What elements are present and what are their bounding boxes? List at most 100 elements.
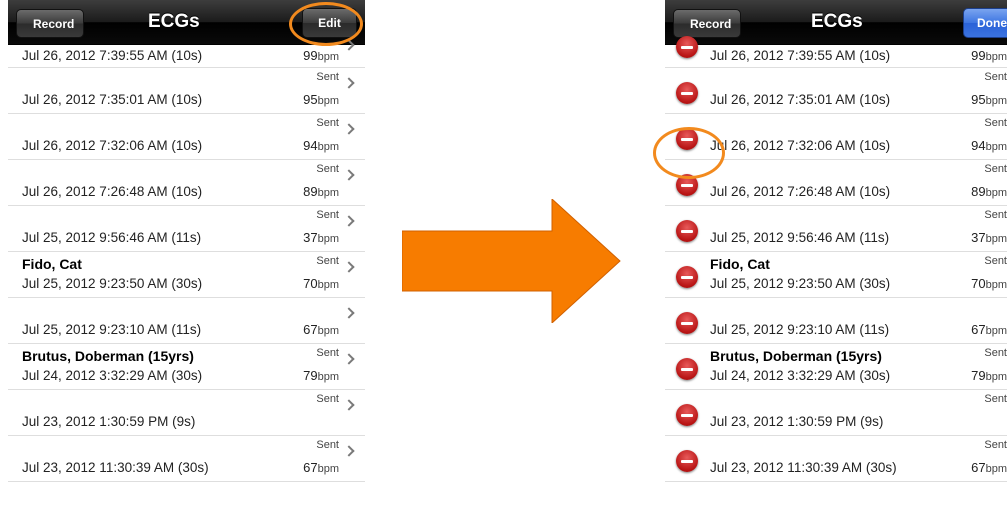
delete-minus-icon[interactable]: [676, 36, 698, 58]
bpm-unit: bpm: [985, 325, 1007, 337]
bpm-unit: bpm: [985, 95, 1007, 107]
bpm-number: 67: [303, 460, 318, 475]
delete-minus-icon[interactable]: [676, 404, 698, 426]
bpm-unit: bpm: [317, 51, 339, 63]
bpm-number: 67: [303, 322, 318, 337]
chevron-right-icon[interactable]: [343, 123, 355, 135]
sent-status: Sent: [316, 117, 339, 129]
bpm-number: 70: [971, 276, 986, 291]
recording-date: Jul 25, 2012 9:56:46 AM (11s): [710, 230, 890, 245]
ecg-recording-row[interactable]: Brutus, Doberman (15yrs) Jul 24, 2012 3:3…: [665, 344, 1007, 390]
heart-rate-value: 67bpm: [971, 322, 1007, 337]
chevron-right-icon[interactable]: [343, 169, 355, 181]
ecg-recording-row[interactable]: Jul 23, 2012 1:30:59 PM (9s) Sent: [8, 390, 365, 436]
ecg-recording-row[interactable]: Jul 23, 2012 11:30:39 AM (30s) Sent 67bpm: [665, 436, 1007, 482]
recording-date: Jul 26, 2012 7:32:06 AM (10s): [710, 138, 891, 153]
delete-minus-icon[interactable]: [676, 220, 698, 242]
ecg-recording-row[interactable]: Jul 26, 2012 7:26:48 AM (10s) Sent 89bpm: [665, 160, 1007, 206]
ecg-recording-row[interactable]: Jul 26, 2012 7:35:01 AM (10s) Sent 95bpm: [8, 68, 365, 114]
delete-minus-icon[interactable]: [676, 450, 698, 472]
ecg-recording-row[interactable]: Fido, Cat Jul 25, 2012 9:23:50 AM (30s) Se…: [665, 252, 1007, 298]
recording-date: Jul 24, 2012 3:32:29 AM (30s): [22, 368, 203, 383]
heart-rate-value: 94bpm: [971, 138, 1007, 153]
bpm-unit: bpm: [985, 279, 1007, 291]
bpm-unit: bpm: [317, 463, 339, 475]
heart-rate-value: 67bpm: [303, 460, 339, 475]
bpm-number: 99: [971, 48, 986, 63]
ecg-recording-row[interactable]: Brutus, Doberman (15yrs) Jul 24, 2012 3:3…: [8, 344, 365, 390]
sent-status: Sent: [316, 347, 339, 359]
heart-rate-value: 95bpm: [303, 92, 339, 107]
recording-date: Jul 26, 2012 7:26:48 AM (10s): [710, 184, 891, 199]
delete-minus-icon[interactable]: [676, 358, 698, 380]
ecg-recording-row[interactable]: Jul 26, 2012 7:39:55 AM (10s) 99bpm: [665, 36, 1007, 68]
page-title: ECGs: [811, 11, 863, 32]
recording-patient-name: Fido, Cat: [22, 256, 82, 272]
heart-rate-value: 67bpm: [971, 460, 1007, 475]
sent-status: Sent: [984, 209, 1007, 221]
sent-status: Sent: [984, 393, 1007, 405]
recording-date: Jul 23, 2012 1:30:59 PM (9s): [710, 414, 884, 429]
ecg-recording-row[interactable]: Jul 25, 2012 9:56:46 AM (11s) Sent 37bpm: [8, 206, 365, 252]
ecg-recording-row[interactable]: Jul 26, 2012 7:26:48 AM (10s) Sent 89bpm: [8, 160, 365, 206]
bpm-number: 79: [971, 368, 986, 383]
delete-minus-icon[interactable]: [676, 82, 698, 104]
bpm-unit: bpm: [985, 141, 1007, 153]
chevron-right-icon[interactable]: [343, 399, 355, 411]
bpm-number: 37: [971, 230, 986, 245]
heart-rate-value: 37bpm: [303, 230, 339, 245]
heart-rate-value: 79bpm: [303, 368, 339, 383]
recording-date: Jul 26, 2012 7:35:01 AM (10s): [710, 92, 891, 107]
ecg-recording-row[interactable]: Jul 26, 2012 7:35:01 AM (10s) Sent 95bpm: [665, 68, 1007, 114]
bpm-unit: bpm: [317, 141, 339, 153]
edit-button[interactable]: Edit: [302, 8, 357, 38]
back-record-button[interactable]: Record: [16, 9, 85, 38]
ecg-recording-row[interactable]: Jul 23, 2012 11:30:39 AM (30s) Sent 67bpm: [8, 436, 365, 482]
back-button-label: Record: [33, 16, 75, 31]
ecg-recording-row[interactable]: Jul 26, 2012 7:32:06 AM (10s) Sent 94bpm: [665, 114, 1007, 160]
recording-date: Jul 24, 2012 3:32:29 AM (30s): [710, 368, 891, 383]
sent-status: Sent: [316, 255, 339, 267]
bpm-number: 95: [303, 92, 318, 107]
recording-date: Jul 25, 2012 9:56:46 AM (11s): [22, 230, 202, 245]
delete-minus-icon[interactable]: [676, 174, 698, 196]
delete-minus-icon[interactable]: [676, 128, 698, 150]
delete-minus-icon[interactable]: [676, 312, 698, 334]
sent-status: Sent: [316, 163, 339, 175]
ecg-list-screen-normal: Record ECGs Edit Jul 26, 2012 7:39:55 AM…: [8, 0, 365, 510]
bpm-unit: bpm: [317, 371, 339, 383]
ecg-recording-row[interactable]: Jul 23, 2012 1:30:59 PM (9s) Sent: [665, 390, 1007, 436]
bpm-number: 94: [971, 138, 986, 153]
bpm-number: 70: [303, 276, 318, 291]
chevron-right-icon[interactable]: [343, 307, 355, 319]
chevron-right-icon[interactable]: [343, 77, 355, 89]
bpm-unit: bpm: [985, 51, 1007, 63]
delete-minus-icon[interactable]: [676, 266, 698, 288]
sent-status: Sent: [984, 71, 1007, 83]
heart-rate-value: 94bpm: [303, 138, 339, 153]
chevron-right-icon[interactable]: [343, 353, 355, 365]
sent-status: Sent: [984, 439, 1007, 451]
recording-patient-name: Brutus, Doberman (15yrs): [22, 348, 194, 364]
sent-status: Sent: [316, 393, 339, 405]
recording-date: Jul 26, 2012 7:35:01 AM (10s): [22, 92, 203, 107]
ecg-recording-row[interactable]: Jul 25, 2012 9:23:10 AM (11s) 67bpm: [665, 298, 1007, 344]
done-button[interactable]: Done: [963, 8, 1007, 38]
back-record-button[interactable]: Record: [673, 9, 742, 38]
ecg-recording-row[interactable]: Jul 26, 2012 7:39:55 AM (10s) 99bpm: [8, 39, 365, 68]
heart-rate-value: 70bpm: [303, 276, 339, 291]
navigation-bar: Record ECGs Done: [665, 0, 1007, 45]
bpm-number: 67: [971, 322, 986, 337]
chevron-right-icon[interactable]: [343, 445, 355, 457]
chevron-right-icon[interactable]: [343, 215, 355, 227]
recording-date: Jul 25, 2012 9:23:10 AM (11s): [22, 322, 202, 337]
ecg-recording-row[interactable]: Fido, Cat Jul 25, 2012 9:23:50 AM (30s) Se…: [8, 252, 365, 298]
sent-status: Sent: [984, 163, 1007, 175]
ecg-recording-row[interactable]: Jul 25, 2012 9:56:46 AM (11s) Sent 37bpm: [665, 206, 1007, 252]
chevron-right-icon[interactable]: [343, 261, 355, 273]
recording-date: Jul 26, 2012 7:39:55 AM (10s): [22, 48, 203, 63]
page-title: ECGs: [148, 11, 200, 32]
ecg-recording-row[interactable]: Jul 26, 2012 7:32:06 AM (10s) Sent 94bpm: [8, 114, 365, 160]
bpm-number: 67: [971, 460, 986, 475]
ecg-recording-row[interactable]: Jul 25, 2012 9:23:10 AM (11s) 67bpm: [8, 298, 365, 344]
